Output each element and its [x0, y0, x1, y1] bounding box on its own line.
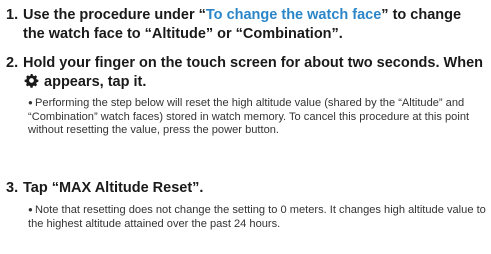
step-text: Hold your finger on the touch screen for…: [23, 55, 483, 71]
step-number: 1.: [6, 7, 19, 23]
step-text: Use the procedure under “: [23, 7, 206, 23]
step-number: 2.: [6, 55, 19, 71]
note: ● Note that resetting does not change the…: [28, 203, 486, 231]
step-text: appears, tap it.: [40, 74, 147, 90]
step-heading: Hold your finger on the touch screen for…: [23, 54, 485, 92]
note: ● Performing the step below will reset th…: [28, 96, 486, 138]
watch-face-link[interactable]: To change the watch face: [206, 7, 381, 23]
note-text: Note that resetting does not change the …: [28, 204, 486, 230]
note-text: Performing the step below will reset the…: [28, 97, 470, 137]
step-heading: Use the procedure under “To change the w…: [23, 6, 485, 44]
note-bullet: ●: [28, 98, 33, 107]
instruction-document: 1. Use the procedure under “To change th…: [0, 0, 491, 254]
gear-icon: [24, 73, 39, 88]
step-heading: Tap “MAX Altitude Reset”.: [23, 180, 204, 196]
step-number: 3.: [6, 180, 19, 196]
note-bullet: ●: [28, 205, 33, 214]
